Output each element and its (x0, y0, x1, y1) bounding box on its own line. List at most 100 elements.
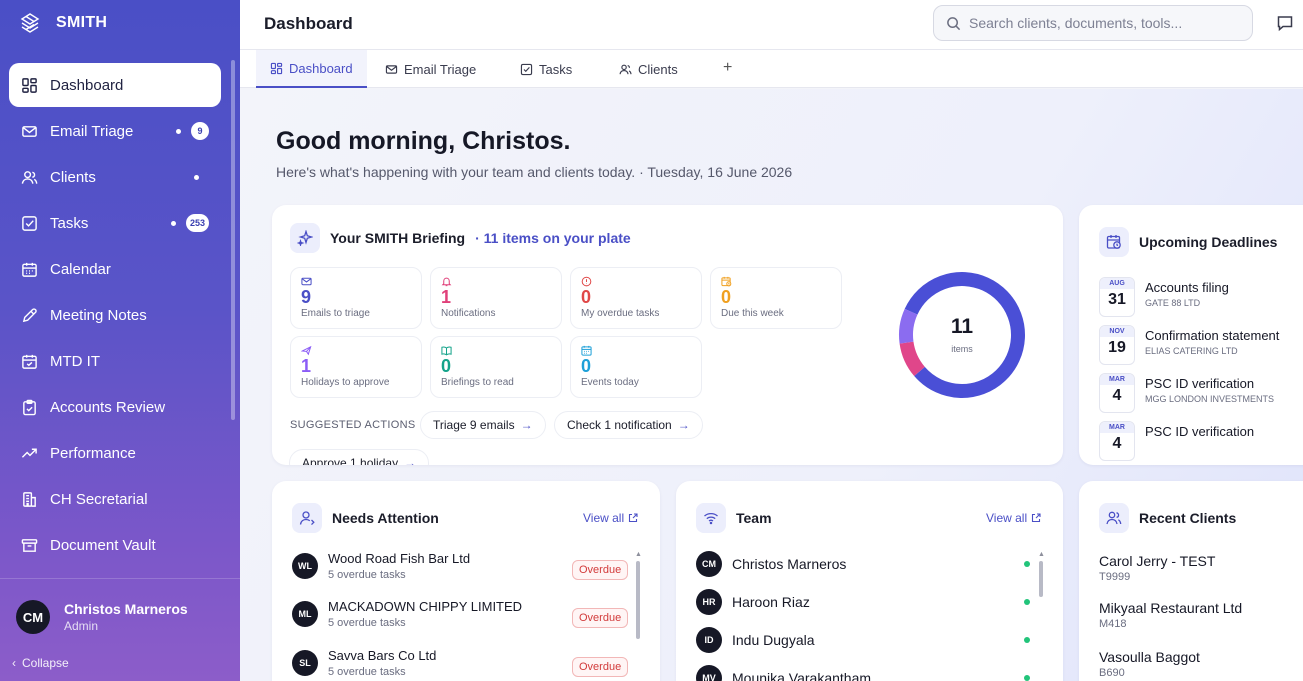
team-member[interactable]: ID Indu Dugyala (696, 627, 815, 653)
user-alert-icon (292, 503, 322, 533)
book-icon (441, 346, 452, 356)
member-name: Haroon Riaz (732, 594, 810, 610)
tab-label: Dashboard (289, 60, 353, 76)
list-item[interactable]: WL Wood Road Fish Bar Ltd 5 overdue task… (292, 551, 470, 581)
greeting-subtitle: Here's what's happening with your team a… (276, 164, 793, 180)
view-all-link[interactable]: View all (986, 511, 1041, 525)
deadlines-header: Upcoming Deadlines (1099, 227, 1277, 257)
recent-header: Recent Clients (1099, 503, 1236, 533)
sidebar-item-dashboard[interactable]: Dashboard (9, 63, 221, 107)
briefing-title: Your SMITH Briefing (330, 230, 466, 246)
deadline-item[interactable]: AUG 31 Accounts filing GATE 88 LTD (1099, 277, 1303, 319)
building-icon (23, 491, 36, 507)
stat-label: Briefings to read (441, 377, 514, 388)
date-badge: MAR 4 (1099, 421, 1135, 461)
deadline-item[interactable]: MAR 4 PSC ID verification MGG LONDON INV… (1099, 373, 1303, 415)
team-member[interactable]: CM Christos Marneros (696, 551, 846, 577)
sidebar-item-calendar[interactable]: Calendar (9, 247, 221, 291)
sidebar-item-performance[interactable]: Performance (9, 431, 221, 475)
sidebar-item-label: Accounts Review (50, 398, 166, 416)
donut-total-label: items (951, 344, 973, 354)
list-item[interactable]: SL Savva Bars Co Ltd 5 overdue tasks (292, 648, 436, 678)
member-name: Christos Marneros (732, 556, 847, 572)
chip-label: Check 1 notification (567, 418, 672, 432)
list-item[interactable]: Mikyaal Restaurant Ltd M418 (1099, 600, 1242, 630)
tab-tasks[interactable]: Tasks (520, 50, 572, 88)
chevron-left-icon: ‹ (12, 656, 16, 670)
sidebar-divider (0, 578, 240, 579)
stat-value: 1 (441, 287, 452, 307)
sidebar-item-label: Meeting Notes (50, 306, 147, 324)
calendar-check-icon (22, 354, 37, 369)
member-name: Indu Dugyala (732, 632, 815, 648)
deadline-title: Confirmation statement (1145, 328, 1280, 343)
tab-clients[interactable]: Clients (619, 50, 678, 88)
page-title: Dashboard (264, 14, 353, 33)
status-badge: Overdue (572, 657, 629, 677)
tab-dashboard[interactable]: Dashboard (256, 50, 367, 88)
list-item[interactable]: Carol Jerry - TEST T9999 (1099, 553, 1215, 583)
date-month: MAR (1100, 422, 1134, 433)
tab-label: Clients (638, 61, 678, 77)
stat-value: 0 (581, 287, 592, 307)
stat-briefings-to-read[interactable]: 0 Briefings to read (430, 336, 562, 398)
date-day: 31 (1108, 291, 1126, 308)
scrollbar-thumb[interactable] (1039, 561, 1043, 597)
user-profile[interactable]: CM Christos Marneros Admin (16, 600, 188, 634)
scroll-up-icon[interactable]: ▲ (1038, 551, 1045, 558)
action-approve-holiday[interactable]: Approve 1 holiday → (289, 449, 430, 465)
stat-overdue-tasks[interactable]: 0 My overdue tasks (570, 267, 702, 329)
stat-holidays-to-approve[interactable]: 1 Holidays to approve (290, 336, 422, 398)
brand[interactable]: SMITH (18, 10, 107, 36)
sidebar-item-mtd-it[interactable]: MTD IT (9, 339, 221, 383)
scroll-up-icon[interactable]: ▲ (635, 551, 642, 558)
list-item[interactable]: Vasoulla Baggot B690 (1099, 649, 1200, 679)
date-month: AUG (1100, 278, 1134, 289)
scrollbar-thumb[interactable] (636, 561, 640, 639)
sidebar-item-document-vault[interactable]: Document Vault (9, 523, 221, 567)
user-role: Admin (64, 619, 99, 633)
mail-icon (385, 64, 398, 74)
search-box[interactable] (933, 5, 1253, 41)
sidebar-item-meeting-notes[interactable]: Meeting Notes (9, 293, 221, 337)
action-check-notification[interactable]: Check 1 notification → (554, 411, 703, 439)
stat-events-today[interactable]: 0 Events today (570, 336, 702, 398)
sidebar-scrollbar[interactable] (231, 60, 235, 420)
users-icon (21, 170, 38, 184)
sidebar-item-ch-secretarial[interactable]: CH Secretarial (9, 477, 221, 521)
search-input[interactable] (969, 15, 1239, 31)
sidebar-item-email-triage[interactable]: Email Triage 9 (9, 109, 221, 153)
stat-emails-to-triage[interactable]: 9 Emails to triage (290, 267, 422, 329)
avatar: SL (292, 650, 318, 676)
team-card: Team View all CM Christos Marneros HR Ha… (676, 481, 1063, 681)
user-name: Christos Marneros (64, 601, 188, 617)
deadline-item[interactable]: NOV 19 Confirmation statement ELIAS CATE… (1099, 325, 1303, 367)
chat-icon[interactable] (1276, 14, 1294, 32)
sidebar-item-tasks[interactable]: Tasks 253 (9, 201, 221, 245)
mail-icon (22, 125, 37, 137)
stat-label: My overdue tasks (581, 308, 660, 319)
action-triage-emails[interactable]: Triage 9 emails → (420, 411, 546, 439)
collapse-button[interactable]: ‹ Collapse (12, 656, 69, 670)
donut-total: 11 (950, 315, 974, 338)
team-member[interactable]: HR Haroon Riaz (696, 589, 810, 615)
stat-notifications[interactable]: 1 Notifications (430, 267, 562, 329)
sidebar-item-accounts-review[interactable]: Accounts Review (9, 385, 221, 429)
avatar: ML (292, 601, 318, 627)
date-badge: AUG 31 (1099, 277, 1135, 317)
date-badge: NOV 19 (1099, 325, 1135, 365)
deadline-title: PSC ID verification (1145, 424, 1255, 439)
team-member[interactable]: MV Mounika Varakantham (696, 665, 871, 681)
sidebar-item-clients[interactable]: Clients (9, 155, 221, 199)
deadlines-title: Upcoming Deadlines (1139, 234, 1278, 250)
chip-label: Triage 9 emails (433, 418, 515, 432)
view-all-link[interactable]: View all (583, 511, 638, 525)
client-code: T9999 (1099, 571, 1131, 583)
avatar: MV (696, 665, 722, 681)
add-tab-button[interactable]: + (723, 59, 732, 77)
tab-email-triage[interactable]: Email Triage (385, 50, 476, 88)
sidebar-item-label: Calendar (50, 260, 111, 278)
list-item[interactable]: ML MACKADOWN CHIPPY LIMITED 5 overdue ta… (292, 599, 522, 629)
stat-due-this-week[interactable]: 0 Due this week (710, 267, 842, 329)
deadline-item[interactable]: MAR 4 PSC ID verification (1099, 421, 1303, 463)
